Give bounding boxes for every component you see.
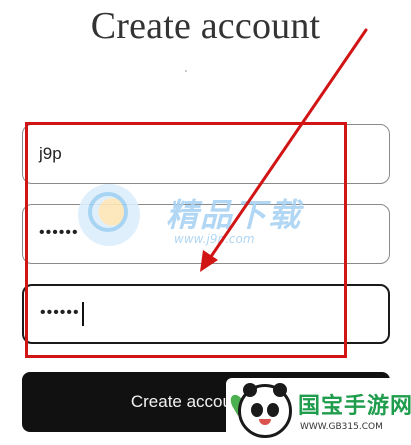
watermark-url: www.j9p.com	[174, 232, 255, 246]
text-caret	[81, 302, 84, 326]
watermark-corner: 国宝手游网 WWW.GB315.COM	[226, 378, 411, 445]
watermark-corner-title: 国宝手游网	[298, 394, 411, 419]
confirm-password-field[interactable]: ••••••	[22, 284, 390, 344]
confirm-password-value: ••••••	[40, 304, 80, 321]
divider-dot	[185, 70, 187, 72]
create-account-screen: Create account j9p •••••• •••••• Create …	[0, 0, 411, 445]
password-value: ••••••	[39, 224, 79, 241]
watermark-center: 精品下载 www.j9p.com	[78, 180, 308, 260]
watermark-corner-url: WWW.GB315.COM	[300, 422, 383, 432]
page-title: Create account	[90, 5, 321, 47]
watermark-logo-ring-icon	[88, 192, 128, 232]
panda-icon	[238, 383, 292, 438]
username-field[interactable]: j9p	[22, 124, 390, 184]
watermark-title: 精品下载	[166, 196, 303, 234]
username-value: j9p	[39, 144, 62, 163]
